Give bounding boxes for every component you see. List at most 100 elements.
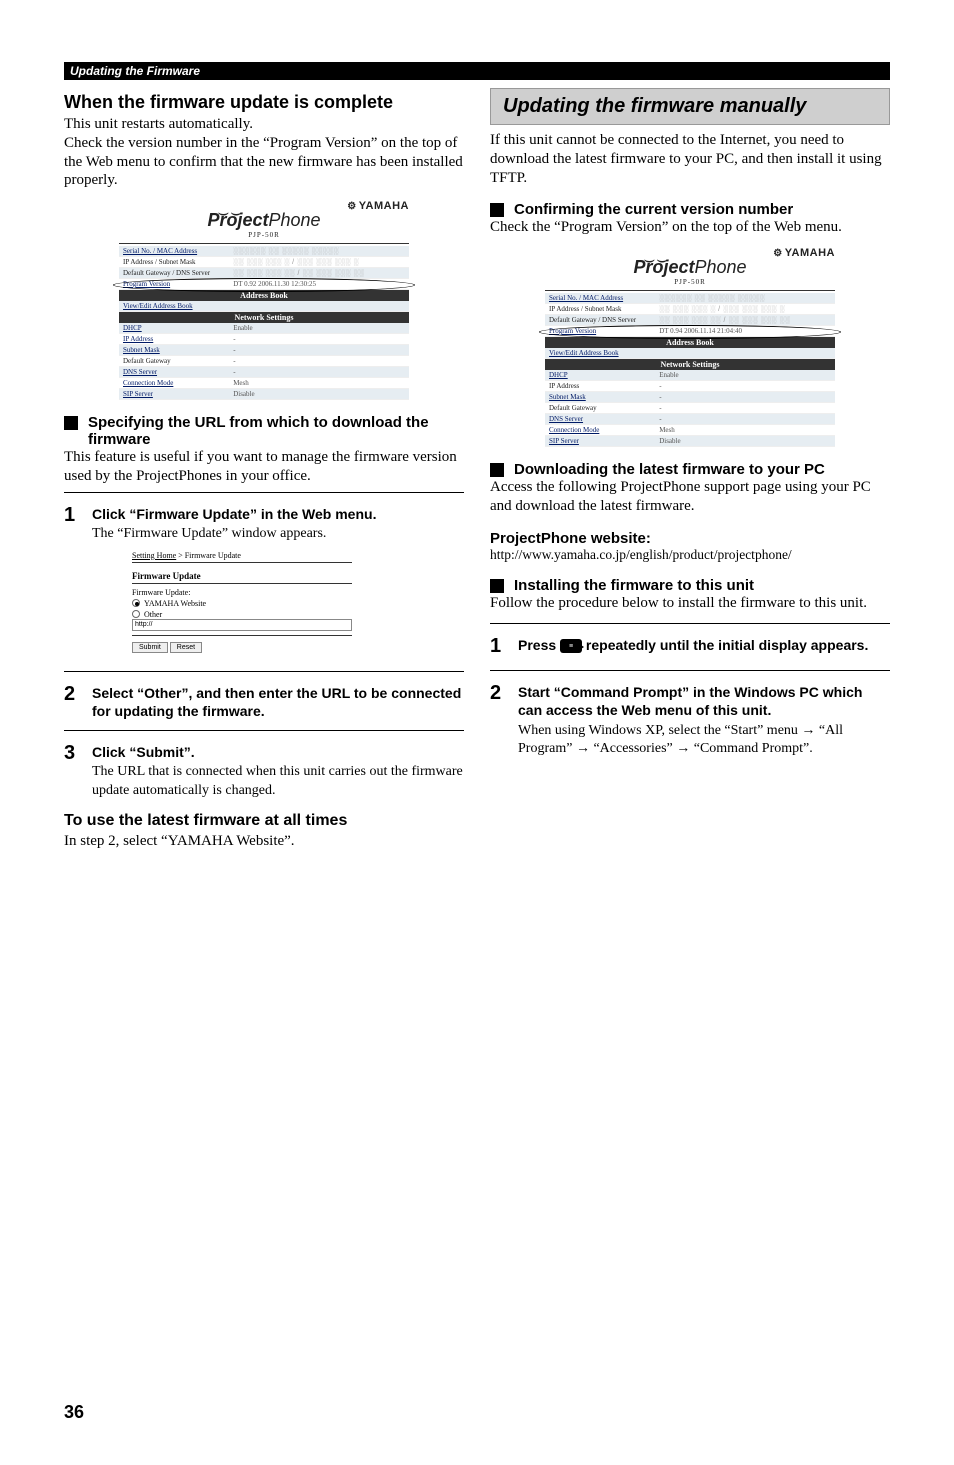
row-sip[interactable]: SIP Server <box>119 389 229 400</box>
val-ipaddr: - <box>229 334 409 345</box>
val-serial: ░░░░░░ ░░ ░░░░░ ░░░░░ <box>229 246 409 257</box>
latest-firmware-body: In step 2, select “YAMAHA Website”. <box>64 832 464 851</box>
radio-yamaha-website[interactable]: YAMAHA Website <box>132 599 352 608</box>
latest-firmware-heading: To use the latest firmware at all times <box>64 812 464 830</box>
row-program-version[interactable]: Program Version <box>545 326 655 337</box>
projectphone-logo: ⌣ ⌣ ProjectPhone <box>207 210 320 231</box>
val-dns: - <box>655 414 835 425</box>
right-column: Updating the firmware manually If this u… <box>490 88 890 851</box>
right-intro: If this unit cannot be connected to the … <box>490 131 890 187</box>
step-3-title: Click “Submit”. <box>92 743 464 761</box>
arrow-icon: → <box>676 741 690 756</box>
right-web-screenshot: YAMAHA ⌣ ⌣ ProjectPhone PJP-50R Serial N… <box>490 247 890 447</box>
step-2-title: Select “Other”, and then enter the URL t… <box>92 684 464 720</box>
row-sip[interactable]: SIP Server <box>545 436 655 447</box>
download-latest-subhead: Downloading the latest firmware to your … <box>514 461 825 478</box>
right-step-2-title: Start “Command Prompt” in the Windows PC… <box>518 683 890 719</box>
val-dns: - <box>229 367 409 378</box>
bullet-square-icon <box>490 579 504 593</box>
logo-part2: Phone <box>268 210 320 230</box>
step1-text-b: repeatedly until the initial display app… <box>582 637 868 653</box>
row-program-version[interactable]: Program Version <box>119 279 229 290</box>
row-serial[interactable]: Serial No. / MAC Address <box>119 246 229 257</box>
right-step-1-number: 1 <box>490 636 504 656</box>
view-edit-address-book[interactable]: View/Edit Address Book <box>119 301 409 312</box>
address-book-bar: Address Book <box>119 290 409 301</box>
bullet-square-icon <box>64 416 78 430</box>
step1-text-a: Press <box>518 637 560 653</box>
breadcrumb: Setting Home > Firmware Update <box>132 551 352 560</box>
row-dns[interactable]: DNS Server <box>545 414 655 425</box>
val-defgw: - <box>229 356 409 367</box>
reset-button[interactable]: Reset <box>170 642 202 653</box>
firmware-update-screenshot: Setting Home > Firmware Update Firmware … <box>132 551 352 653</box>
row-subnet[interactable]: Subnet Mask <box>545 392 655 403</box>
crumb-rest: > Firmware Update <box>176 551 241 560</box>
val-sip: Disable <box>655 436 835 447</box>
val-program-version: DT 0.92 2006.11.30 12:30:25 <box>229 279 409 290</box>
row-ip: IP Address / Subnet Mask <box>545 304 655 315</box>
network-settings-table: DHCPEnable IP Address- Subnet Mask- Defa… <box>545 370 835 447</box>
crumb-home[interactable]: Setting Home <box>132 551 176 560</box>
device-info-table: Serial No. / MAC Address░░░░░░ ░░ ░░░░░ … <box>119 246 409 290</box>
model-label: PJP-50R <box>545 278 835 286</box>
row-gateway: Default Gateway / DNS Server <box>119 268 229 279</box>
s2b4: “Command Prompt”. <box>690 741 813 756</box>
val-sip: Disable <box>229 389 409 400</box>
specify-url-body: This feature is useful if you want to ma… <box>64 448 464 486</box>
projectphone-logo: ⌣ ⌣ ProjectPhone <box>633 257 746 278</box>
val-subnet: - <box>229 345 409 356</box>
val-gateway: ░░ ░░░ ░░░ ░░ / ░░ ░░░ ░░░ ░░ <box>655 315 835 326</box>
val-ipaddr: - <box>655 381 835 392</box>
page-number: 36 <box>64 1402 84 1423</box>
val-defgw: - <box>655 403 835 414</box>
arrow-icon: → <box>801 723 815 738</box>
menu-button-icon: ≡ <box>560 639 582 653</box>
val-serial: ░░░░░░ ░░ ░░░░░ ░░░░░ <box>655 293 835 304</box>
val-ip: ░░ ░░░ ░░░ ░ / ░░░ ░░░ ░░░ ░ <box>655 304 835 315</box>
network-settings-bar: Network Settings <box>119 312 409 323</box>
row-serial[interactable]: Serial No. / MAC Address <box>545 293 655 304</box>
row-ipaddr: IP Address <box>545 381 655 392</box>
val-conn: Mesh <box>655 425 835 436</box>
install-firmware-body: Follow the procedure below to install th… <box>490 594 890 613</box>
address-book-bar: Address Book <box>545 337 835 348</box>
row-ipaddr[interactable]: IP Address <box>119 334 229 345</box>
logo-part2: Phone <box>694 257 746 277</box>
radio-yamaha-label: YAMAHA Website <box>144 599 206 608</box>
row-subnet[interactable]: Subnet Mask <box>119 345 229 356</box>
row-dhcp[interactable]: DHCP <box>545 370 655 381</box>
bullet-square-icon <box>490 463 504 477</box>
row-dhcp[interactable]: DHCP <box>119 323 229 334</box>
specify-url-subhead: Specifying the URL from which to downloa… <box>88 414 464 448</box>
device-info-table: Serial No. / MAC Address░░░░░░ ░░ ░░░░░ … <box>545 293 835 337</box>
network-settings-bar: Network Settings <box>545 359 835 370</box>
view-edit-address-book[interactable]: View/Edit Address Book <box>545 348 835 359</box>
row-defgw: Default Gateway <box>545 403 655 414</box>
left-intro2: Check the version number in the “Program… <box>64 134 464 190</box>
val-conn: Mesh <box>229 378 409 389</box>
s2b3: “Accessories” <box>590 741 676 756</box>
radio-icon <box>132 599 140 607</box>
val-program-version: DT 0.94 2006.11.14 21:04:40 <box>655 326 835 337</box>
step-1-title: Click “Firmware Update” in the Web menu. <box>92 505 376 523</box>
row-conn[interactable]: Connection Mode <box>119 378 229 389</box>
radio-other-label: Other <box>144 610 162 619</box>
arrow-icon: → <box>576 741 590 756</box>
val-gateway: ░░ ░░░ ░░░ ░░ / ░░ ░░░ ░░░ ░░ <box>229 268 409 279</box>
val-subnet: - <box>655 392 835 403</box>
submit-button[interactable]: Submit <box>132 642 168 653</box>
left-web-screenshot: YAMAHA ⌣ ⌣ ProjectPhone PJP-50R Serial N… <box>64 200 464 400</box>
row-conn[interactable]: Connection Mode <box>545 425 655 436</box>
right-step-2-body: When using Windows XP, select the “Start… <box>518 722 890 758</box>
projectphone-website-url: http://www.yamaha.co.jp/english/product/… <box>490 547 890 564</box>
radio-other[interactable]: Other <box>132 610 352 619</box>
model-label: PJP-50R <box>119 231 409 239</box>
firmware-url-input[interactable] <box>132 619 352 631</box>
install-firmware-subhead: Installing the firmware to this unit <box>514 577 754 594</box>
step-1-number: 1 <box>64 505 78 653</box>
row-dns[interactable]: DNS Server <box>119 367 229 378</box>
right-step-1-title: Press ≡ repeatedly until the initial dis… <box>518 636 868 654</box>
network-settings-table: DHCPEnable IP Address- Subnet Mask- Defa… <box>119 323 409 400</box>
confirm-version-body: Check the “Program Version” on the top o… <box>490 218 890 237</box>
